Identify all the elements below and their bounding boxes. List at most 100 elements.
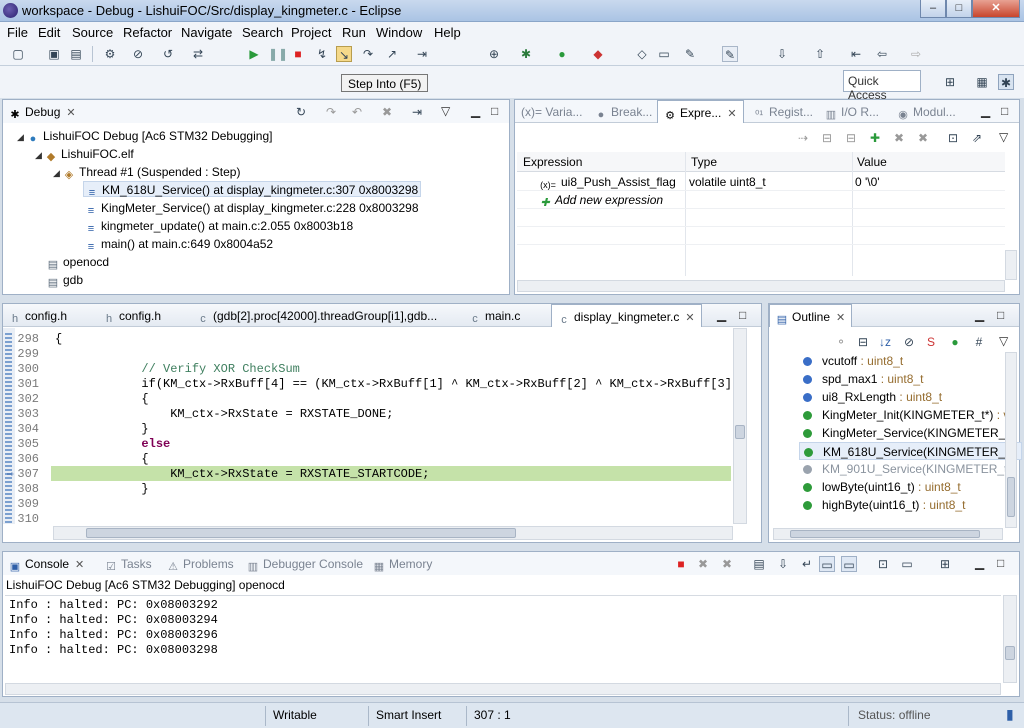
menu-run[interactable]: Run: [342, 25, 366, 40]
close-icon[interactable]: ✕: [836, 312, 845, 324]
menu-file[interactable]: File: [7, 25, 28, 40]
prev-annotation-icon[interactable]: ⇧: [812, 46, 828, 62]
tab-display-kingmeter[interactable]: c display_kingmeter.c ✕: [551, 304, 702, 327]
disconnect-debug-icon[interactable]: ↯: [314, 46, 330, 62]
sort-icon[interactable]: ↓z: [877, 334, 893, 350]
debug-icon[interactable]: ✱: [518, 46, 534, 62]
show-on-error-icon[interactable]: ▭: [841, 556, 857, 572]
maximize-icon[interactable]: □: [739, 308, 746, 322]
save-all-icon[interactable]: ▤: [68, 46, 84, 62]
vertical-scrollbar[interactable]: [733, 328, 747, 524]
maximize-icon[interactable]: □: [997, 556, 1004, 570]
step-return-icon[interactable]: ↗: [384, 46, 400, 62]
stack-frame[interactable]: ≡ KM_618U_Service() at display_kingmeter.…: [83, 181, 422, 199]
hide-macros-icon[interactable]: #: [971, 334, 987, 350]
outline-item[interactable]: lowByte(uint16_t) : uint8_t: [803, 478, 961, 496]
clear-console-icon[interactable]: ▤: [751, 556, 767, 572]
open-folder-icon[interactable]: ▭: [656, 46, 672, 62]
remove-icon[interactable]: ✖: [891, 130, 907, 146]
close-icon[interactable]: ✕: [685, 312, 694, 324]
debug-config-icon[interactable]: ⊕: [486, 46, 502, 62]
view-menu-icon[interactable]: ▽: [999, 130, 1008, 144]
maximize-icon[interactable]: □: [491, 104, 498, 118]
console-output[interactable]: Info : halted: PC: 0x08003292 Info : hal…: [5, 595, 1001, 683]
disconnect-icon[interactable]: ⇄: [190, 46, 206, 62]
expression-value[interactable]: 0 '\0': [855, 174, 880, 190]
display-console-icon[interactable]: ▭: [899, 556, 915, 572]
scroll-thumb[interactable]: [1005, 646, 1015, 660]
outline-item[interactable]: KingMeter_Service(KINGMETER_t*: [803, 424, 1013, 442]
tab-modules[interactable]: ◉ Modul...: [891, 100, 962, 123]
show-on-output-icon[interactable]: ▭: [819, 556, 835, 572]
expression-row[interactable]: (x)= ui8_Push_Assist_flag: [539, 174, 676, 190]
pencil-icon[interactable]: ✎: [682, 46, 698, 62]
horizontal-scrollbar[interactable]: [5, 683, 1001, 695]
maximize-button[interactable]: □: [946, 0, 972, 18]
horizontal-scrollbar[interactable]: [773, 528, 1003, 540]
menu-help[interactable]: Help: [434, 25, 461, 40]
scroll-thumb[interactable]: [1007, 477, 1015, 517]
menu-search[interactable]: Search: [242, 25, 283, 40]
close-icon[interactable]: ✕: [66, 107, 75, 119]
open-element-icon[interactable]: ◇: [634, 46, 650, 62]
tab-expressions[interactable]: ⚙ Expre... ✕: [657, 100, 744, 123]
menu-navigate[interactable]: Navigate: [181, 25, 232, 40]
tab-gdb-source[interactable]: c (gdb[2].proc[42000].threadGroup[i1],gdb…: [191, 304, 443, 327]
suspend-icon[interactable]: ❚❚: [268, 46, 288, 62]
stack-frame[interactable]: ≡ kingmeter_update() at main.c:2.055 0x80…: [85, 218, 353, 235]
tab-config-h[interactable]: h config.h: [3, 304, 73, 327]
outline-item[interactable]: KingMeter_Init(KINGMETER_t*) : v: [803, 406, 1009, 424]
step-into-icon[interactable]: ↘: [336, 46, 352, 62]
next-annotation-icon[interactable]: ⇩: [774, 46, 790, 62]
menu-window[interactable]: Window: [376, 25, 422, 40]
close-icon[interactable]: ✕: [727, 108, 736, 120]
tab-tasks[interactable]: ☑ Tasks: [99, 552, 158, 575]
outline-item[interactable]: spd_max1 : uint8_t: [803, 370, 923, 388]
c-perspective-icon[interactable]: ▦: [974, 74, 990, 90]
tab-debugger-console[interactable]: ▥ Debugger Console: [241, 552, 369, 575]
outline-item[interactable]: highByte(uint16_t) : uint8_t: [803, 496, 965, 514]
tree-thread[interactable]: ◢ ◈ Thread #1 (Suspended : Step): [53, 164, 240, 181]
tab-breakpoints[interactable]: ● Break...: [589, 100, 658, 123]
show-type-icon[interactable]: ⇢: [795, 130, 811, 146]
code-editor[interactable]: ⇨ 298 299 300 301 302 303 304 305 306 30…: [3, 328, 749, 526]
resume-icon[interactable]: ▶: [246, 46, 262, 62]
vertical-scrollbar[interactable]: [1005, 250, 1017, 280]
stack-frame[interactable]: ≡ KingMeter_Service() at display_kingmete…: [85, 200, 419, 217]
collapse-all-icon[interactable]: ⊟: [855, 334, 871, 350]
close-icon[interactable]: ✕: [75, 559, 84, 571]
hide-static-icon[interactable]: S: [923, 334, 939, 350]
forward-icon[interactable]: ⇨: [908, 46, 924, 62]
layout-icon[interactable]: ⊟: [819, 130, 835, 146]
toggle-mark-icon[interactable]: ✎: [722, 46, 738, 62]
instruction-step-icon[interactable]: ⇥: [409, 104, 425, 120]
col-expression[interactable]: Expression: [523, 155, 582, 169]
menu-source[interactable]: Source: [72, 25, 113, 40]
outline-item-selected[interactable]: KM_618U_Service(KINGMETER_t*): [799, 442, 1023, 460]
new-icon[interactable]: ▢: [10, 46, 26, 62]
menu-project[interactable]: Project: [291, 25, 331, 40]
new-view-icon[interactable]: ⊡: [945, 130, 961, 146]
outline-item[interactable]: vcutoff : uint8_t: [803, 352, 903, 370]
minimize-button[interactable]: –: [920, 0, 946, 18]
tab-outline[interactable]: ▤ Outline ✕: [769, 304, 853, 327]
tab-console[interactable]: ▣ Console ✕: [3, 552, 90, 575]
hide-members-icon[interactable]: ●: [947, 334, 963, 350]
tab-problems[interactable]: ⚠ Problems: [161, 552, 240, 575]
tab-memory[interactable]: ▦ Memory: [367, 552, 438, 575]
scroll-lock-icon[interactable]: ⇩: [775, 556, 791, 572]
minimize-icon[interactable]: ▁: [981, 104, 990, 118]
step-icon[interactable]: ↷: [323, 104, 339, 120]
menu-refactor[interactable]: Refactor: [123, 25, 172, 40]
export-icon[interactable]: ⇗: [969, 130, 985, 146]
tab-io-registers[interactable]: ▥ I/O R...: [819, 100, 885, 123]
tree-process[interactable]: ▤ gdb: [47, 272, 83, 289]
add-new-expression[interactable]: ✚ Add new expression: [539, 192, 663, 209]
open-console-icon[interactable]: ⊞: [937, 556, 953, 572]
horizontal-scrollbar[interactable]: [53, 526, 733, 540]
add-expression-icon[interactable]: ✚: [867, 130, 883, 146]
last-edit-icon[interactable]: ⇤: [848, 46, 864, 62]
tab-config-h-2[interactable]: h config.h: [97, 304, 167, 327]
col-type[interactable]: Type: [691, 155, 717, 169]
build-icon[interactable]: ⚙: [102, 46, 118, 62]
